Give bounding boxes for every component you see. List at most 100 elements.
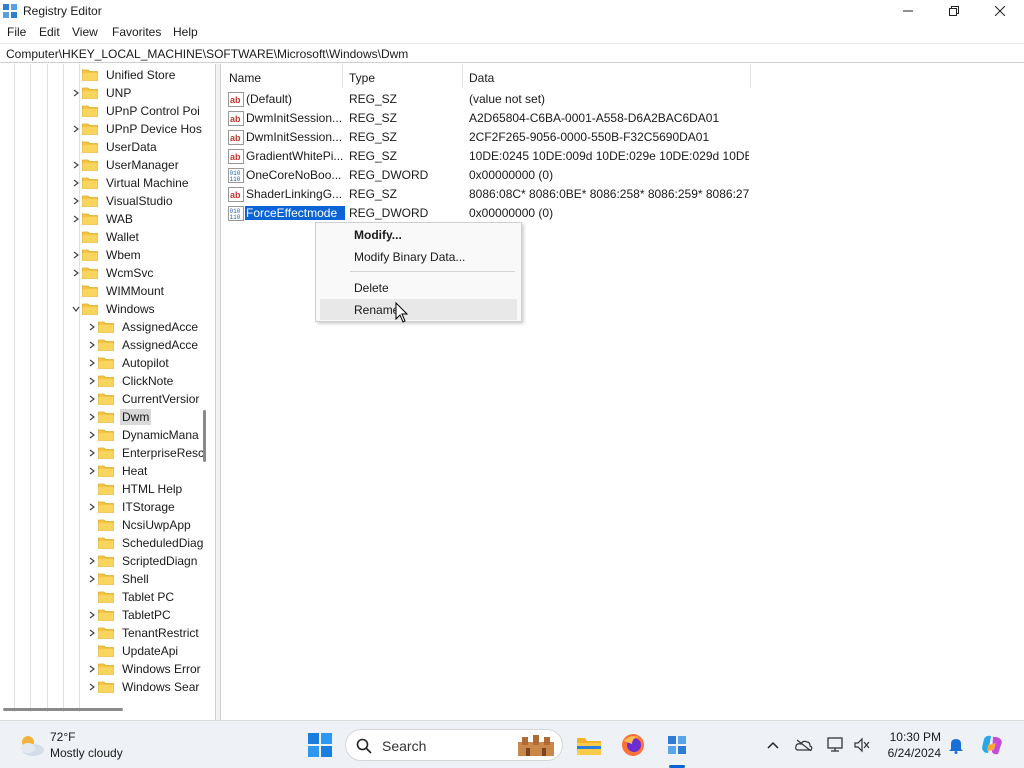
menu-item-modify[interactable]: Modify...	[320, 224, 517, 245]
tree-node[interactable]: UserManager	[70, 156, 181, 174]
menu-favorites[interactable]: Favorites	[112, 25, 161, 39]
tree-vertical-scrollbar[interactable]	[203, 410, 206, 462]
registry-tree[interactable]: Unified Store UNP UPnP Control Poi UPnP Dev…	[0, 64, 216, 720]
chevron-right-icon[interactable]	[86, 426, 98, 444]
chevron-right-icon[interactable]	[70, 192, 82, 210]
no-expander[interactable]	[70, 102, 82, 120]
tree-node[interactable]: AssignedAcce	[86, 318, 200, 336]
no-expander[interactable]	[86, 480, 98, 498]
chevron-down-icon[interactable]	[70, 300, 82, 318]
chevron-right-icon[interactable]	[86, 354, 98, 372]
tree-horizontal-scrollbar[interactable]	[3, 708, 123, 711]
value-row[interactable]: ab DwmInitSession... REG_SZ 2CF2F265-9056-0…	[221, 128, 1021, 147]
tree-node[interactable]: Autopilot	[86, 354, 171, 372]
column-header-name[interactable]: Name	[229, 71, 261, 85]
tree-node[interactable]: Tablet PC	[86, 588, 176, 606]
chevron-right-icon[interactable]	[86, 624, 98, 642]
value-row[interactable]: ab DwmInitSession... REG_SZ A2D65804-C6BA-0…	[221, 109, 1021, 128]
tree-node[interactable]: Heat	[86, 462, 149, 480]
copilot-icon[interactable]	[980, 733, 1004, 757]
no-expander[interactable]	[70, 66, 82, 84]
chevron-right-icon[interactable]	[70, 264, 82, 282]
chevron-right-icon[interactable]	[86, 372, 98, 390]
value-row[interactable]: ab GradientWhitePi... REG_SZ 10DE:0245 10DE…	[221, 147, 1021, 166]
chevron-right-icon[interactable]	[86, 606, 98, 624]
minimize-button[interactable]	[885, 0, 931, 22]
menu-item-rename[interactable]: Rename	[320, 299, 517, 320]
tree-node[interactable]: ClickNote	[86, 372, 175, 390]
tree-node[interactable]: UserData	[70, 138, 159, 156]
no-expander[interactable]	[70, 228, 82, 246]
no-expander[interactable]	[86, 516, 98, 534]
volume-muted-icon[interactable]	[853, 736, 871, 754]
tree-node[interactable]: Shell	[86, 570, 151, 588]
column-header-type[interactable]: Type	[349, 71, 375, 85]
chevron-right-icon[interactable]	[70, 210, 82, 228]
tree-node[interactable]: HTML Help	[86, 480, 184, 498]
registry-editor-taskbar-icon[interactable]	[661, 729, 693, 761]
tree-node[interactable]: UNP	[70, 84, 133, 102]
chevron-right-icon[interactable]	[86, 678, 98, 696]
column-divider[interactable]	[342, 64, 343, 88]
menu-view[interactable]: View	[72, 25, 98, 39]
chevron-right-icon[interactable]	[86, 318, 98, 336]
tree-node[interactable]: UpdateApi	[86, 642, 180, 660]
notification-bell-icon[interactable]	[947, 736, 965, 754]
onedrive-icon[interactable]	[795, 736, 813, 754]
chevron-right-icon[interactable]	[86, 408, 98, 426]
menu-file[interactable]: File	[7, 25, 26, 39]
menu-item-delete[interactable]: Delete	[320, 277, 517, 298]
tree-node[interactable]: WcmSvc	[70, 264, 155, 282]
start-windows-icon[interactable]	[306, 731, 334, 759]
tree-node[interactable]: Windows	[70, 300, 157, 318]
weather-temperature[interactable]: 72°F	[50, 730, 75, 744]
chevron-right-icon[interactable]	[86, 336, 98, 354]
column-header-data[interactable]: Data	[469, 71, 494, 85]
chevron-right-icon[interactable]	[86, 444, 98, 462]
tree-node[interactable]: NcsiUwpApp	[86, 516, 193, 534]
tree-node[interactable]: Virtual Machine	[70, 174, 191, 192]
tree-node[interactable]: UPnP Device Hos	[70, 120, 204, 138]
menu-edit[interactable]: Edit	[39, 25, 60, 39]
tree-node[interactable]: Unified Store	[70, 66, 177, 84]
tree-node[interactable]: DynamicMana	[86, 426, 201, 444]
value-row[interactable]: 010 110 OneCoreNoBoo... REG_DWORD 0x00000000…	[221, 166, 1021, 185]
tree-node[interactable]: ITStorage	[86, 498, 177, 516]
menu-help[interactable]: Help	[173, 25, 198, 39]
display-icon[interactable]	[827, 736, 845, 754]
address-bar[interactable]: Computer\HKEY_LOCAL_MACHINE\SOFTWARE\Mic…	[0, 43, 1024, 63]
tree-node[interactable]: EnterpriseResc	[86, 444, 206, 462]
value-row-selected[interactable]: 010 110 ForceEffectmode REG_DWORD 0x00000000…	[221, 204, 1021, 223]
chevron-right-icon[interactable]	[70, 156, 82, 174]
column-divider[interactable]	[462, 64, 463, 88]
tree-node[interactable]: Wbem	[70, 246, 143, 264]
tree-node[interactable]: AssignedAcce	[86, 336, 200, 354]
chevron-right-icon[interactable]	[70, 174, 82, 192]
tree-node[interactable]: Wallet	[70, 228, 141, 246]
no-expander[interactable]	[86, 642, 98, 660]
no-expander[interactable]	[86, 534, 98, 552]
value-row[interactable]: ab ShaderLinkingG... REG_SZ 8086:08C* 8086:…	[221, 185, 1021, 204]
tree-node[interactable]: WAB	[70, 210, 135, 228]
clock-date[interactable]: 6/24/2024	[876, 746, 941, 760]
tree-node[interactable]: TabletPC	[86, 606, 173, 624]
no-expander[interactable]	[70, 138, 82, 156]
tree-node[interactable]: TenantRestrict	[86, 624, 201, 642]
chevron-right-icon[interactable]	[70, 246, 82, 264]
address-path[interactable]: Computer\HKEY_LOCAL_MACHINE\SOFTWARE\Mic…	[6, 47, 408, 61]
chevron-right-icon[interactable]	[86, 660, 98, 678]
file-explorer-icon[interactable]	[573, 729, 605, 761]
chevron-right-icon[interactable]	[86, 552, 98, 570]
weather-description[interactable]: Mostly cloudy	[50, 746, 123, 760]
tree-node[interactable]: CurrentVersior	[86, 390, 201, 408]
tree-node[interactable]: VisualStudio	[70, 192, 175, 210]
chevron-right-icon[interactable]	[70, 84, 82, 102]
tree-node[interactable]: WIMMount	[70, 282, 166, 300]
menu-item-modify-binary[interactable]: Modify Binary Data...	[320, 246, 517, 267]
no-expander[interactable]	[70, 282, 82, 300]
chevron-right-icon[interactable]	[86, 462, 98, 480]
chevron-right-icon[interactable]	[86, 570, 98, 588]
value-row[interactable]: ab (Default) REG_SZ (value not set)	[221, 90, 1021, 109]
values-list[interactable]: Name Type Data ab (Default) REG_SZ (value n…	[220, 64, 1024, 720]
taskbar-search[interactable]: Search	[345, 729, 563, 761]
